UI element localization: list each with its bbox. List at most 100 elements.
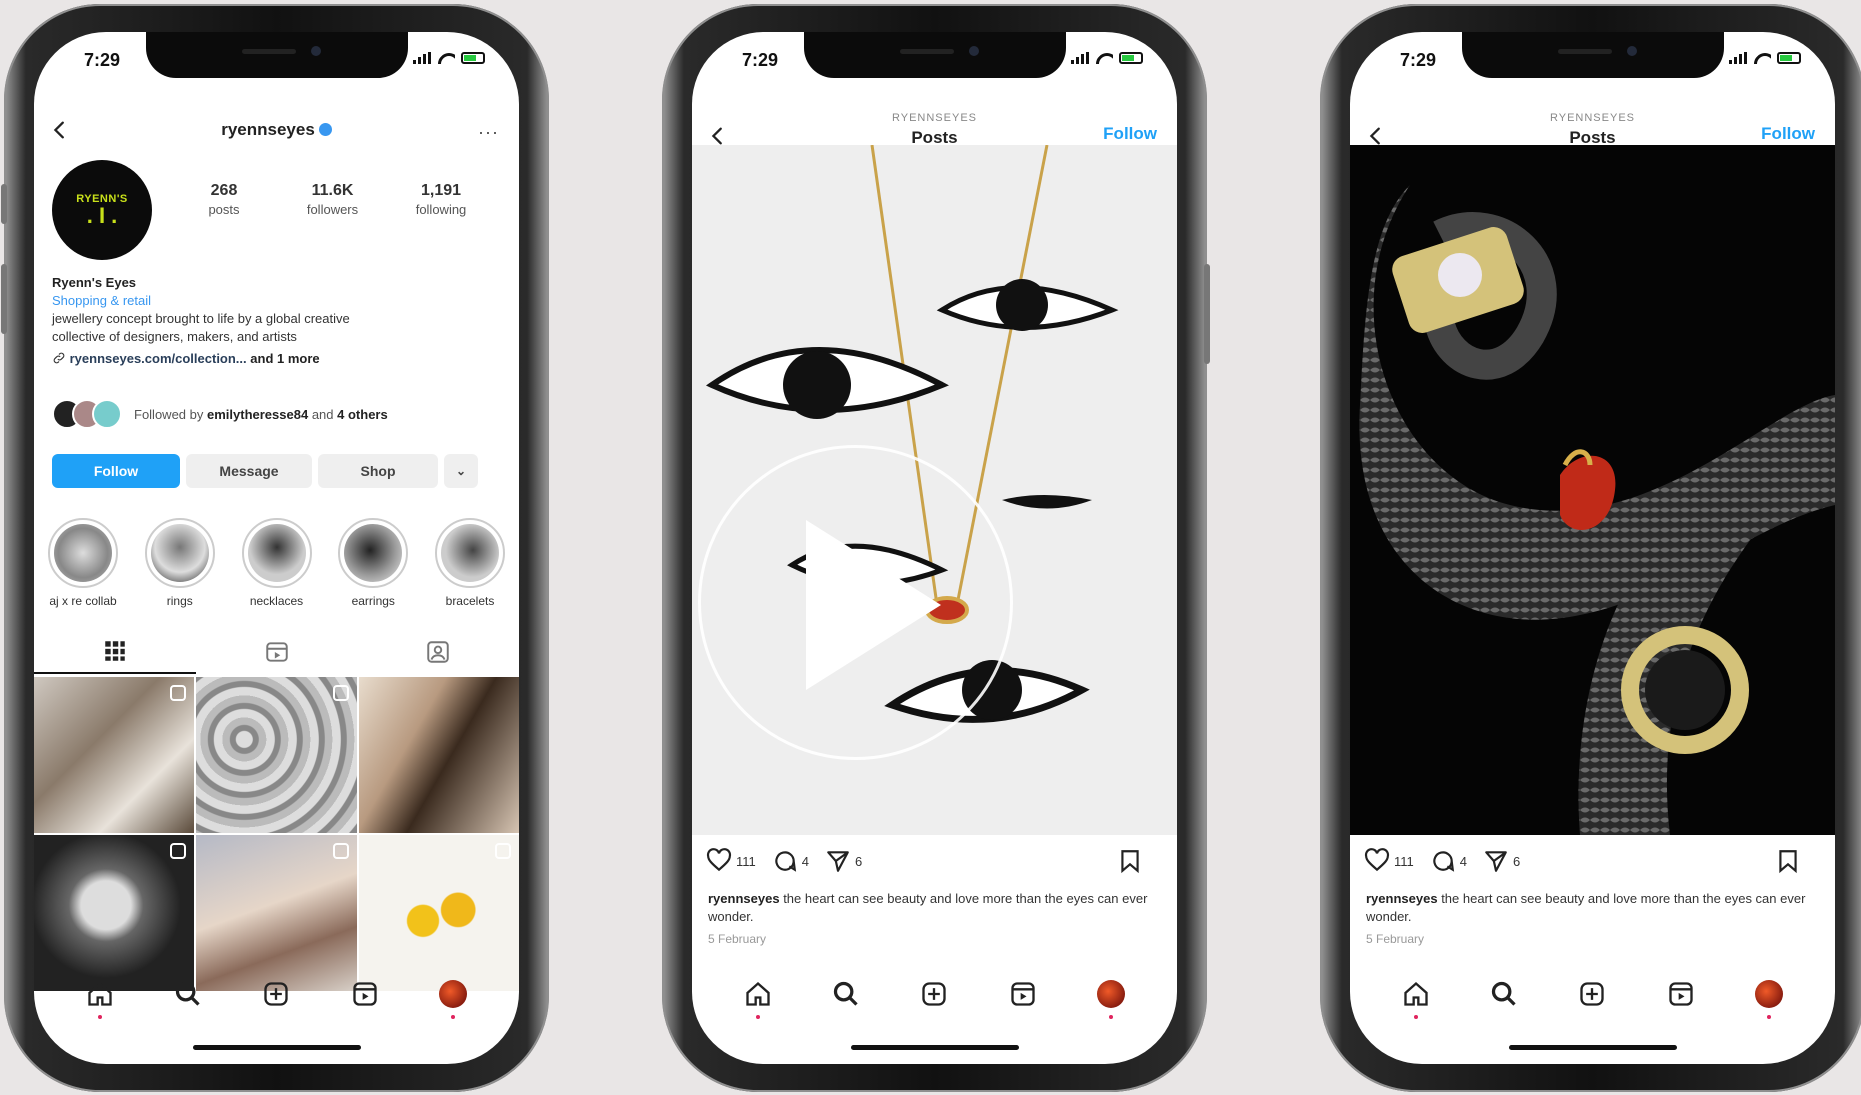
nav-search[interactable]: [171, 977, 205, 1011]
stat-posts[interactable]: 268 posts: [174, 182, 274, 217]
bottom-nav: [692, 964, 1177, 1024]
profile-stats: 268 posts 11.6K followers 1,191 following: [174, 182, 491, 217]
add-post-icon: [1580, 982, 1605, 1006]
post-image[interactable]: [1350, 145, 1835, 835]
nav-reels[interactable]: [348, 977, 382, 1011]
reel-icon: [332, 843, 349, 859]
home-indicator: [850, 1045, 1019, 1050]
profile-actions: Follow Message Shop ⌄: [52, 454, 501, 488]
bio-line-1: jewellery concept brought to life by a g…: [52, 311, 350, 326]
grid-post[interactable]: [34, 677, 195, 833]
post-date: 5 February: [1366, 932, 1425, 946]
bio-link[interactable]: ryennseyes.com/collection... and 1 more: [52, 350, 501, 368]
nav-new-post[interactable]: [917, 977, 951, 1011]
search-icon: [176, 981, 200, 1006]
comment-button[interactable]: 4: [772, 848, 809, 874]
grid-icon: [105, 641, 125, 661]
phone-profile: 7:29 ryennseyes ··· RYENN'S . I . 268 pos…: [1, 4, 549, 1092]
more-options-icon[interactable]: ···: [478, 122, 499, 143]
share-icon: [1485, 851, 1507, 872]
follow-button[interactable]: Follow: [52, 454, 180, 488]
share-button[interactable]: 6: [825, 848, 862, 874]
nav-reels[interactable]: [1006, 977, 1040, 1011]
caption-user[interactable]: ryennseyes: [708, 891, 780, 906]
highlight-earrings[interactable]: earrings: [330, 518, 416, 608]
post-date: 5 February: [708, 932, 767, 946]
add-post-icon: [922, 982, 947, 1006]
signal-icon: [1071, 52, 1089, 64]
post-screen: 7:29 RYENNSEYES Posts Follow 111 4 6 rye…: [1350, 32, 1835, 1064]
highlight-collab[interactable]: aj x re collab: [40, 518, 126, 608]
tab-tagged[interactable]: [357, 630, 519, 674]
follow-link[interactable]: Follow: [1761, 124, 1815, 144]
grid-post[interactable]: [358, 677, 519, 833]
profile-tabs: [34, 630, 519, 674]
wifi-icon: [1753, 52, 1771, 64]
snake-rings-image: [1359, 185, 1835, 835]
profile-header: ryennseyes ···: [34, 112, 519, 152]
tab-grid[interactable]: [34, 630, 196, 674]
nav-home[interactable]: [741, 977, 775, 1019]
post-account: RYENNSEYES: [892, 112, 977, 124]
save-button[interactable]: [1117, 848, 1147, 874]
highlight-rings[interactable]: rings: [137, 518, 223, 608]
tab-reels[interactable]: [196, 630, 358, 674]
profile-avatar[interactable]: RYENN'S . I .: [52, 160, 152, 260]
shop-button[interactable]: Shop: [318, 454, 438, 488]
highlight-bracelets[interactable]: bracelets: [427, 518, 513, 608]
profile-name: Ryenn's Eyes: [52, 275, 137, 290]
grid-post[interactable]: [196, 677, 357, 833]
signal-icon: [1729, 52, 1747, 64]
highlight-necklaces[interactable]: necklaces: [234, 518, 320, 608]
stat-following[interactable]: 1,191 following: [391, 182, 491, 217]
bookmark-icon: [1779, 850, 1797, 874]
add-post-icon: [264, 982, 289, 1006]
post-caption: ryennseyes the heart can see beauty and …: [708, 891, 1148, 924]
profile-avatar-icon: [1096, 980, 1125, 1008]
chevron-down-icon[interactable]: ⌄: [444, 454, 478, 488]
heart-icon: [1364, 848, 1390, 872]
followed-by[interactable]: Followed by emilytheresse84 and 4 others: [52, 397, 501, 431]
like-button[interactable]: 111: [706, 848, 756, 874]
home-icon: [1404, 981, 1428, 1006]
nav-new-post[interactable]: [1575, 977, 1609, 1011]
reels-icon: [1010, 982, 1035, 1006]
caption-user[interactable]: ryennseyes: [1366, 891, 1438, 906]
status-time: 7:29: [742, 50, 779, 70]
reel-icon: [170, 685, 187, 701]
nav-home[interactable]: [1399, 977, 1433, 1019]
follower-avatar: [92, 399, 122, 429]
profile-screen: 7:29 ryennseyes ··· RYENN'S . I . 268 pos…: [34, 32, 519, 1064]
share-button[interactable]: 6: [1483, 848, 1520, 874]
nav-profile[interactable]: [1094, 977, 1128, 1019]
search-icon: [1492, 981, 1516, 1006]
comment-button[interactable]: 4: [1430, 848, 1467, 874]
nav-search[interactable]: [829, 977, 863, 1011]
profile-avatar-icon: [1754, 980, 1783, 1008]
post-account: RYENNSEYES: [1550, 112, 1635, 124]
home-icon: [746, 981, 770, 1006]
message-button[interactable]: Message: [186, 454, 312, 488]
status-bar: 7:29: [34, 48, 519, 78]
stat-followers[interactable]: 11.6K followers: [283, 182, 383, 217]
wifi-icon: [1095, 52, 1113, 64]
nav-profile[interactable]: [1752, 977, 1786, 1019]
profile-avatar-icon: [438, 980, 467, 1008]
nav-search[interactable]: [1487, 977, 1521, 1011]
like-count: 111: [1394, 853, 1414, 869]
comment-icon: [1433, 851, 1454, 872]
status-time: 7:29: [84, 50, 121, 70]
profile-bio: Ryenn's Eyes Shopping & retail jewellery…: [52, 274, 501, 368]
play-icon[interactable]: [698, 445, 1013, 760]
share-icon: [827, 851, 849, 872]
nav-reels[interactable]: [1664, 977, 1698, 1011]
nav-new-post[interactable]: [259, 977, 293, 1011]
post-video[interactable]: [692, 145, 1177, 835]
nav-profile[interactable]: [436, 977, 470, 1019]
nav-home[interactable]: [83, 977, 117, 1019]
like-button[interactable]: 111: [1364, 848, 1414, 874]
reels-icon: [1668, 982, 1693, 1006]
save-button[interactable]: [1775, 848, 1805, 874]
reel-icon: [170, 843, 187, 859]
follow-link[interactable]: Follow: [1103, 124, 1157, 144]
